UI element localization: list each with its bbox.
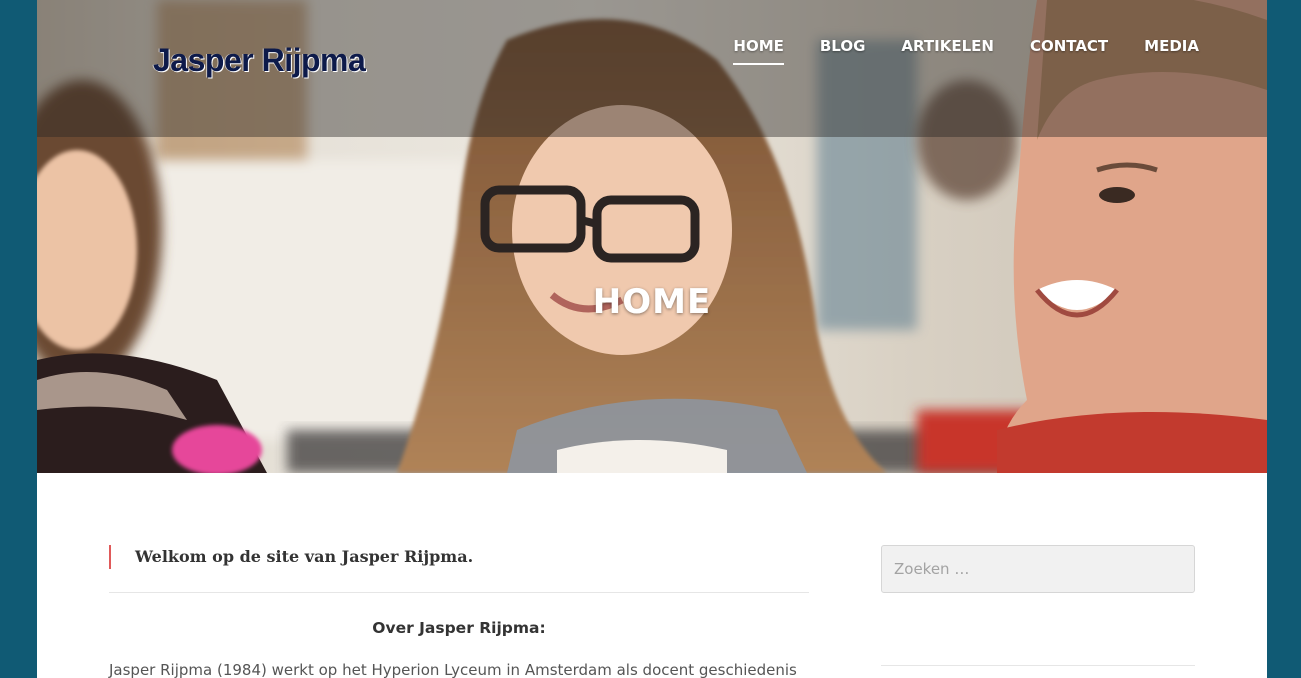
site-header: Jasper Rijpma HOME BLOG ARTIKELEN CONTAC… bbox=[37, 0, 1267, 137]
nav-item-blog[interactable]: BLOG bbox=[820, 37, 866, 65]
nav-item-contact[interactable]: CONTACT bbox=[1030, 37, 1108, 65]
site-logo[interactable]: Jasper Rijpma bbox=[153, 42, 366, 79]
nav-item-media[interactable]: MEDIA bbox=[1144, 37, 1199, 65]
search-input[interactable] bbox=[881, 545, 1195, 593]
welcome-quote: Welkom op de site van Jasper Rijpma. bbox=[109, 545, 809, 569]
nav-item-artikelen[interactable]: ARTIKELEN bbox=[901, 37, 994, 65]
main-content: Welkom op de site van Jasper Rijpma. Ove… bbox=[109, 545, 809, 678]
about-paragraph: Jasper Rijpma (1984) werkt op het Hyperi… bbox=[109, 661, 797, 678]
hero-title: HOME bbox=[592, 282, 712, 322]
page: HOME Jasper Rijpma HOME BLOG ARTIKELEN C… bbox=[37, 0, 1267, 678]
content-divider bbox=[109, 592, 809, 593]
about-heading: Over Jasper Rijpma: bbox=[372, 619, 546, 637]
sidebar-divider bbox=[881, 665, 1195, 666]
sidebar bbox=[881, 545, 1195, 666]
nav-item-home[interactable]: HOME bbox=[733, 37, 785, 65]
main-nav: HOME BLOG ARTIKELEN CONTACT MEDIA bbox=[733, 37, 1199, 65]
